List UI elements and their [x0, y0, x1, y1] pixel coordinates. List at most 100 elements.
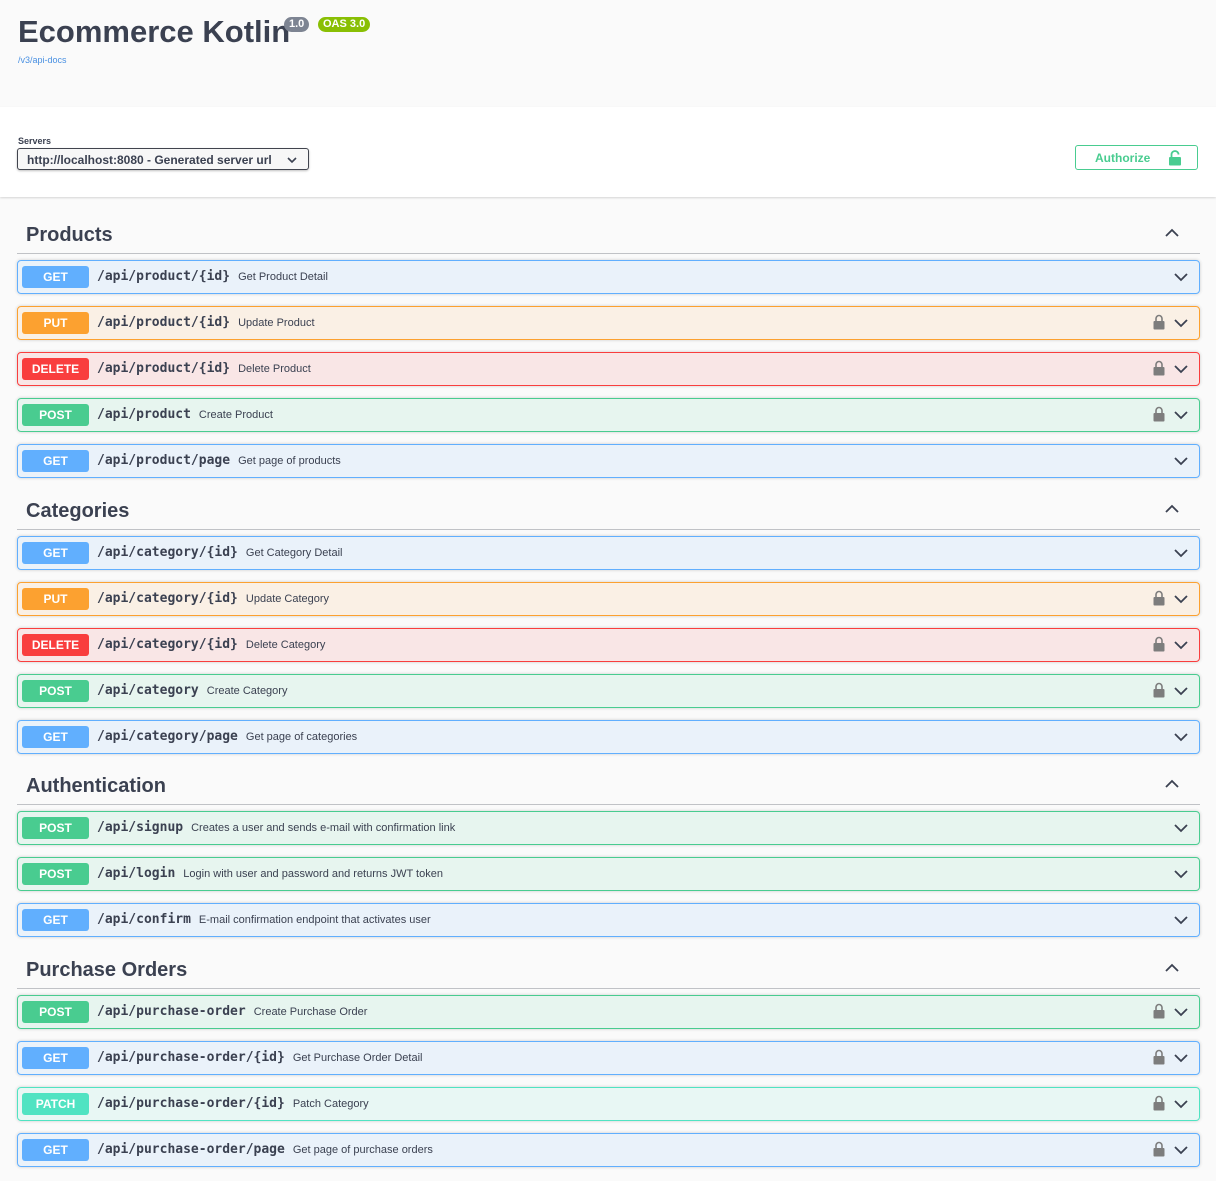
chevron-down-icon[interactable] [1173, 271, 1189, 283]
chevron-down-icon[interactable] [1173, 1144, 1189, 1156]
tag-section-purchase-orders[interactable]: Purchase Orders [17, 949, 1200, 989]
padlock-icon[interactable] [1153, 682, 1165, 698]
chevron-down-icon[interactable] [1173, 547, 1189, 559]
operation-row[interactable]: PATCH/api/purchase-order/{id} Patch Categ… [17, 1087, 1200, 1121]
operation-path-group: /api/category/page Get page of categories [97, 729, 357, 744]
tag-title: Authentication [26, 775, 166, 797]
chevron-down-icon[interactable] [1173, 1006, 1189, 1018]
tag-section-categories[interactable]: Categories [17, 490, 1200, 530]
operation-row[interactable]: POST/api/signup Creates a user and sends … [17, 811, 1200, 845]
api-docs-link[interactable]: /v3/api-docs [18, 55, 67, 65]
operation-path: /api/category [97, 683, 199, 698]
chevron-up-icon[interactable] [1164, 778, 1180, 790]
operation-row[interactable]: GET/api/product/{id} Get Product Detail [17, 260, 1200, 294]
operation-row[interactable]: PUT/api/product/{id} Update Product [17, 306, 1200, 340]
chevron-down-icon[interactable] [1173, 1052, 1189, 1064]
chevron-up-icon[interactable] [1164, 962, 1180, 974]
padlock-icon[interactable] [1153, 1003, 1165, 1019]
method-badge: DELETE [22, 358, 89, 380]
operation-summary: Creates a user and sends e-mail with con… [191, 822, 456, 834]
method-badge: POST [22, 863, 89, 885]
operation-row[interactable]: GET/api/purchase-order/page Get page of p… [17, 1133, 1200, 1167]
operation-row[interactable]: GET/api/product/page Get page of products [17, 444, 1200, 478]
operation-path-group: /api/category/{id} Update Category [97, 591, 329, 606]
operation-path-group: /api/category/{id} Delete Category [97, 637, 325, 652]
info-header: Ecommerce Kotlin 1.0 OAS 3.0 /v3/api-doc… [0, 0, 1216, 107]
operation-row[interactable]: GET/api/purchase-order/{id} Get Purchase … [17, 1041, 1200, 1075]
padlock-icon[interactable] [1153, 360, 1165, 376]
chevron-up-icon[interactable] [1164, 227, 1180, 239]
operation-path-group: /api/product/{id} Get Product Detail [97, 269, 328, 284]
chevron-down-icon[interactable] [1173, 685, 1189, 697]
operation-row[interactable]: PUT/api/category/{id} Update Category [17, 582, 1200, 616]
tag-title: Purchase Orders [26, 959, 188, 981]
operation-row[interactable]: POST/api/category Create Category [17, 674, 1200, 708]
operation-path: /api/category/{id} [97, 637, 238, 652]
method-badge: POST [22, 1001, 89, 1023]
operation-path-group: /api/login Login with user and password a… [97, 866, 443, 881]
method-badge: POST [22, 680, 89, 702]
operation-path-group: /api/purchase-order/page Get page of purc… [97, 1142, 433, 1157]
operation-summary: Get Purchase Order Detail [292, 1052, 423, 1064]
padlock-icon[interactable] [1153, 406, 1165, 422]
chevron-down-icon[interactable] [1173, 914, 1189, 926]
chevron-down-icon[interactable] [1173, 639, 1189, 651]
padlock-icon[interactable] [1153, 1095, 1165, 1111]
tag-title: Products [26, 224, 113, 246]
operation-path: /api/category/page [97, 729, 238, 744]
padlock-icon[interactable] [1153, 590, 1165, 606]
operation-path-group: /api/purchase-order/{id} Get Purchase Ord… [97, 1050, 422, 1065]
chevron-down-icon [287, 157, 297, 164]
operation-summary: Patch Category [292, 1098, 369, 1110]
scheme-container: Servers http://localhost:8080 - Generate… [0, 107, 1216, 197]
operation-summary: Create Category [206, 685, 288, 697]
operation-row[interactable]: DELETE/api/category/{id} Delete Category [17, 628, 1200, 662]
operation-summary: Get Category Detail [245, 547, 343, 559]
operation-path-group: /api/purchase-order Create Purchase Order [97, 1004, 367, 1019]
version-badge: 1.0 [284, 17, 310, 32]
operation-row[interactable]: GET/api/confirm E-mail confirmation endpo… [17, 903, 1200, 937]
operation-path: /api/product/{id} [97, 269, 231, 284]
chevron-down-icon[interactable] [1173, 868, 1189, 880]
operation-row[interactable]: POST/api/purchase-order Create Purchase O… [17, 995, 1200, 1029]
operation-path: /api/category/{id} [97, 545, 238, 560]
operation-path: /api/product/{id} [97, 315, 231, 330]
tag-section-products[interactable]: Products [17, 214, 1200, 254]
chevron-down-icon[interactable] [1173, 1098, 1189, 1110]
chevron-down-icon[interactable] [1173, 455, 1189, 467]
servers-label: Servers [18, 136, 52, 146]
chevron-down-icon[interactable] [1173, 317, 1189, 329]
oas-badge: OAS 3.0 [318, 17, 371, 32]
operation-row[interactable]: POST/api/product Create Product [17, 398, 1200, 432]
operation-path-group: /api/product/{id} Delete Product [97, 361, 311, 376]
server-select[interactable]: http://localhost:8080 - Generated server… [17, 148, 309, 170]
chevron-down-icon[interactable] [1173, 593, 1189, 605]
padlock-icon[interactable] [1153, 1049, 1165, 1065]
operation-path-group: /api/purchase-order/{id} Patch Category [97, 1096, 369, 1111]
chevron-down-icon[interactable] [1173, 409, 1189, 421]
padlock-icon[interactable] [1153, 636, 1165, 652]
operation-path-group: /api/category/{id} Get Category Detail [97, 545, 343, 560]
operation-path-group: /api/product Create Product [97, 407, 273, 422]
method-badge: DELETE [22, 634, 89, 656]
chevron-down-icon[interactable] [1173, 363, 1189, 375]
method-badge: GET [22, 1139, 89, 1161]
tag-section-authentication[interactable]: Authentication [17, 765, 1200, 805]
operation-path: /api/purchase-order/{id} [97, 1050, 285, 1065]
authorize-button[interactable]: Authorize [1075, 145, 1198, 170]
authorize-label: Authorize [1095, 151, 1151, 165]
padlock-icon[interactable] [1153, 1141, 1165, 1157]
method-badge: PUT [22, 588, 89, 610]
chevron-down-icon[interactable] [1173, 731, 1189, 743]
operation-row[interactable]: GET/api/category/page Get page of categor… [17, 720, 1200, 754]
operation-path: /api/product/{id} [97, 361, 231, 376]
chevron-up-icon[interactable] [1164, 503, 1180, 515]
operation-row[interactable]: POST/api/login Login with user and passwo… [17, 857, 1200, 891]
padlock-icon[interactable] [1153, 314, 1165, 330]
operation-summary: Login with user and password and returns… [183, 868, 443, 880]
operation-row[interactable]: GET/api/category/{id} Get Category Detail [17, 536, 1200, 570]
operation-path: /api/confirm [97, 912, 191, 927]
operation-row[interactable]: DELETE/api/product/{id} Delete Product [17, 352, 1200, 386]
operation-path: /api/product [97, 407, 191, 422]
chevron-down-icon[interactable] [1173, 822, 1189, 834]
